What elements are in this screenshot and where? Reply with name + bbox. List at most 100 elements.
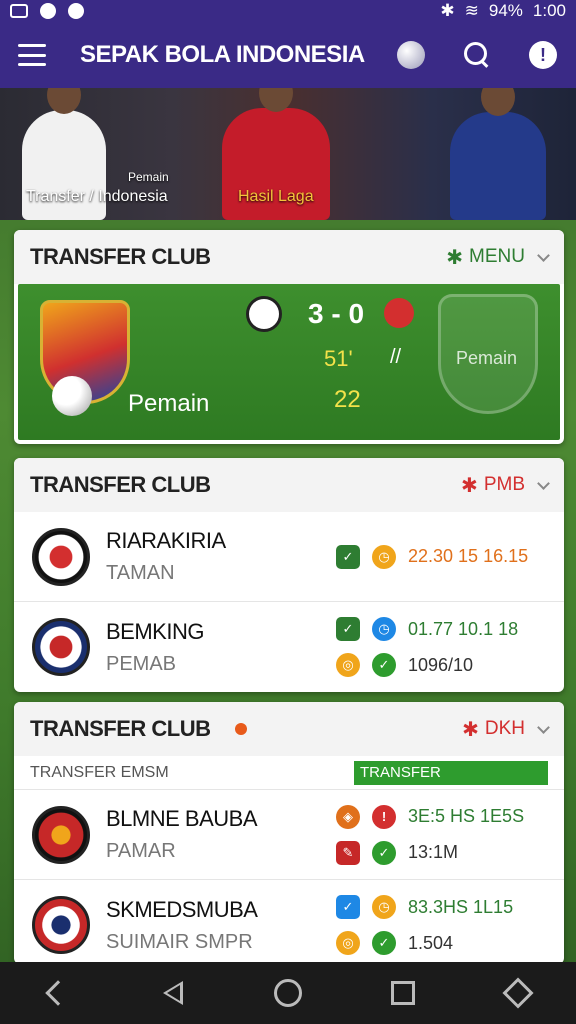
club-card-2-header: TRANSFER CLUB ✱ DKH (14, 702, 564, 756)
hero-banner[interactable]: Pemain Transfer / Indonesia Hasil Laga (0, 88, 576, 220)
check-circle-icon: ✓ (372, 931, 396, 955)
transfer-label: TRANSFER EMSM (30, 763, 169, 781)
star-icon: ✱ (461, 474, 478, 497)
wifi-icon: ≋ (464, 1, 479, 20)
stat-value: 1096/10 (408, 654, 474, 675)
club-crest (32, 805, 90, 864)
match-card-title: TRANSFER CLUB (30, 244, 211, 269)
club-name: RIARAKIRIA (106, 528, 226, 553)
check-circle-icon: ✓ (372, 653, 396, 677)
check-icon: ✓ (336, 617, 360, 641)
clock-icon: ◷ (372, 895, 396, 919)
home-team-name: Pemain (128, 390, 210, 417)
stat-line: ✓ ◷ 22.30 15 16.15 (336, 544, 546, 569)
shield-icon: ◈ (336, 804, 360, 829)
chevron-down-icon (537, 720, 550, 734)
list-item[interactable]: BEMKING PEMAB ✓ ◷ 01.77 10.1 18 ◎ ✓ 1096… (14, 602, 564, 692)
club-text: BLMNE BAUBA PAMAR (106, 806, 336, 863)
player-image-right (450, 88, 546, 220)
stat-line: ◈ ! 3E:5 HS 1E5S (336, 804, 546, 829)
live-ball-icon (246, 296, 282, 332)
club-crest (32, 618, 90, 676)
status-left (10, 3, 84, 19)
match-card-header: TRANSFER CLUB ✱ MENU (14, 230, 564, 284)
battery-text: 94% (488, 1, 523, 20)
club-card-1-action-label: PMB (483, 474, 525, 495)
time-text: 1:00 (532, 1, 566, 20)
nav-back-arrow-button[interactable] (38, 973, 78, 1013)
alert-icon: ! (372, 804, 396, 829)
diamond-icon (502, 977, 534, 1009)
sync-icon (68, 3, 84, 19)
soccer-ball-icon (52, 376, 92, 416)
club-sub: TAMAN (106, 562, 175, 584)
list-item[interactable]: SKMEDSMUBA SUIMAIR SMPR ✓ ◷ 83.3HS 1L15 … (14, 880, 564, 964)
check-icon: ✓ (336, 895, 360, 919)
transfer-bar[interactable]: TRANSFER (354, 760, 548, 785)
red-badge-icon (384, 298, 414, 328)
clock-icon: ◷ (372, 617, 396, 641)
club-name: SKMEDSMUBA (106, 896, 258, 922)
stat-line: ✎ ✓ 13:1M (336, 840, 546, 865)
search-button[interactable] (462, 40, 492, 70)
match-bottom-value: 22 (334, 386, 361, 413)
info-icon: ! (529, 41, 557, 69)
stat-value: 1.504 (408, 932, 454, 953)
match-body[interactable]: Pemain 3 - 0 51' // 22 Pemain (18, 284, 560, 440)
app-actions: ! (396, 40, 558, 70)
match-menu-button[interactable]: ✱ MENU (446, 245, 550, 270)
club-crest (32, 896, 90, 954)
nav-recents-button[interactable] (383, 973, 423, 1013)
star-icon: ✱ (462, 718, 479, 741)
club-card-2-action[interactable]: ✱ DKH (462, 717, 550, 742)
stat-value: 01.77 10.1 18 (408, 618, 519, 639)
stat-line: ◎ ✓ 1096/10 (336, 653, 546, 677)
club-text: SKMEDSMUBA SUIMAIR SMPR (106, 897, 336, 954)
club-card-2-action-label: DKH (484, 718, 525, 739)
club-text: BEMKING PEMAB (106, 619, 336, 676)
match-minute: 51' (324, 346, 353, 371)
system-nav-bar (0, 962, 576, 1024)
stat-line: ✓ ◷ 83.3HS 1L15 (336, 895, 546, 919)
nav-back-button[interactable] (153, 973, 193, 1013)
stat-value: 13:1M (408, 842, 459, 862)
check-circle-icon: ✓ (372, 840, 396, 865)
stat-value: 83.3HS 1L15 (408, 896, 514, 917)
club-card-1-header: TRANSFER CLUB ✱ PMB (14, 458, 564, 512)
club-stats: ◈ ! 3E:5 HS 1E5S ✎ ✓ 13:1M (336, 804, 546, 865)
transfer-strip: TRANSFER EMSM TRANSFER (14, 756, 564, 790)
gallery-icon (10, 4, 28, 18)
chevron-down-icon (537, 476, 550, 490)
stat-value: 3E:5 HS 1E5S (408, 806, 525, 826)
match-menu-label: MENU (469, 246, 525, 267)
status-bar: ✱ ≋ 94% 1:00 (0, 0, 576, 22)
info-button[interactable]: ! (528, 40, 558, 70)
chevron-down-icon (537, 248, 550, 262)
ball-icon (397, 41, 425, 69)
stat-value: 22.30 15 16.15 (408, 546, 529, 566)
stat-line: ✓ ◷ 01.77 10.1 18 (336, 617, 546, 641)
menu-icon[interactable] (18, 44, 46, 66)
stat-line: ◎ ✓ 1.504 (336, 931, 546, 955)
club-card-1-action[interactable]: ✱ PMB (461, 473, 550, 498)
club-card-2: TRANSFER CLUB ✱ DKH TRANSFER EMSM TRANSF… (14, 702, 564, 964)
coin-icon: ◎ (336, 931, 360, 955)
club-sub: SUIMAIR SMPR (106, 930, 253, 953)
bluetooth-icon: ✱ (440, 1, 455, 20)
status-right: ✱ ≋ 94% 1:00 (440, 1, 566, 21)
nav-home-button[interactable] (268, 973, 308, 1013)
list-item[interactable]: RIARAKIRIA TAMAN ✓ ◷ 22.30 15 16.15 (14, 512, 564, 602)
back-arrow-icon (44, 980, 71, 1006)
recents-icon (391, 981, 416, 1005)
list-item[interactable]: BLMNE BAUBA PAMAR ◈ ! 3E:5 HS 1E5S ✎ ✓ 1… (14, 790, 564, 880)
ball-button[interactable] (396, 40, 426, 70)
club-card-2-title: TRANSFER CLUB (30, 716, 211, 741)
match-card: TRANSFER CLUB ✱ MENU Pemain 3 - 0 51' //… (14, 230, 564, 444)
club-stats: ✓ ◷ 22.30 15 16.15 (336, 544, 546, 569)
search-icon (464, 42, 490, 68)
nav-extra-button[interactable] (498, 973, 538, 1013)
star-icon: ✱ (446, 246, 464, 269)
hero-caption-right: Hasil Laga (238, 188, 314, 205)
club-sub: PEMAB (106, 652, 177, 675)
club-stats: ✓ ◷ 01.77 10.1 18 ◎ ✓ 1096/10 (336, 617, 546, 677)
